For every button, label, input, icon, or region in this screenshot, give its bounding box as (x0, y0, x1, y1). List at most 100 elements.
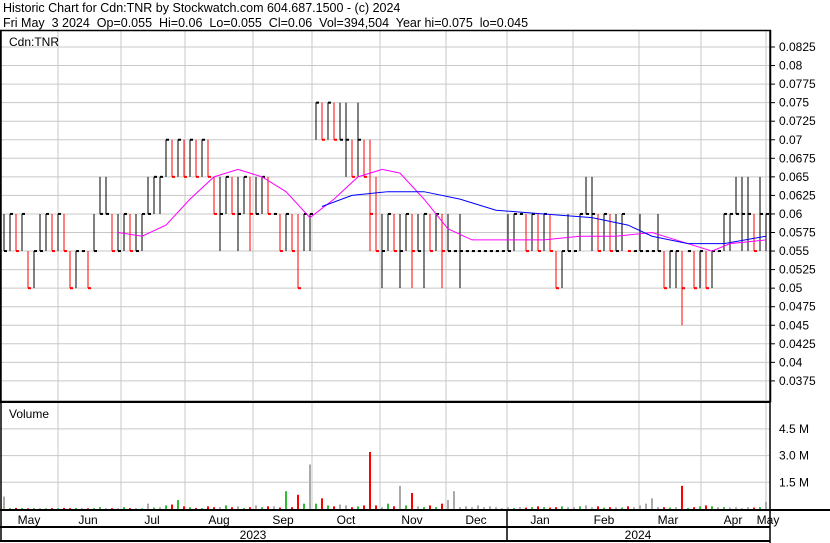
volume-bar (759, 507, 761, 509)
volume-bar (561, 506, 563, 509)
volume-bar (135, 508, 137, 509)
symbol-label: Cdn:TNR (9, 35, 59, 49)
volume-bar (525, 507, 527, 509)
volume-bar (189, 507, 191, 509)
volume-bar (453, 491, 455, 509)
month-label: Jun (78, 513, 97, 527)
volume-bar (351, 507, 353, 509)
volume-bar (165, 505, 167, 509)
price-tick-label: 0.045 (779, 318, 809, 332)
volume-bar (399, 485, 401, 509)
volume-bar (423, 507, 425, 509)
volume-bar (123, 507, 125, 509)
volume-bar (63, 507, 65, 509)
price-tick-label: 0.0725 (779, 114, 816, 128)
volume-bar (531, 507, 533, 509)
volume-bar (105, 508, 107, 509)
volume-bar (297, 494, 299, 509)
volume-bar (303, 503, 305, 509)
volume-bar (51, 508, 53, 509)
month-label: Nov (401, 513, 422, 527)
volume-bar (681, 485, 683, 509)
volume-bar (33, 508, 35, 509)
volume-bar (675, 507, 677, 509)
price-tick-label: 0.05 (779, 281, 803, 295)
price-volume-chart: 0.0825 0.08 0.0775 0.075 0.0725 0.07 0.0675 0.0… (0, 29, 830, 543)
volume-tick-label: 3.0 M (779, 449, 809, 463)
volume-bar (219, 507, 221, 509)
volume-bar (363, 505, 365, 509)
volume-bar (537, 506, 539, 509)
volume-bar (15, 507, 17, 509)
volume-bar (321, 498, 323, 509)
volume-bar (429, 505, 431, 509)
volume-bar (555, 507, 557, 509)
month-label: Jul (144, 513, 159, 527)
volume-bar (201, 508, 203, 509)
volume-bar (639, 505, 641, 509)
volume-bar (279, 507, 281, 509)
volume-tick-label: 1.5 M (779, 475, 809, 489)
volume-bar (237, 506, 239, 509)
volume-bar (225, 505, 227, 509)
volume-bar (93, 508, 95, 509)
month-label: May (18, 513, 41, 527)
volume-bar (267, 506, 269, 509)
price-tick-label: 0.0425 (779, 337, 816, 351)
volume-bar (177, 500, 179, 509)
volume-bar (627, 506, 629, 509)
volume-bar (471, 507, 473, 509)
volume-bar (153, 507, 155, 509)
volume-bar (117, 508, 119, 509)
volume-bar (435, 507, 437, 509)
volume-bar (711, 506, 713, 509)
volume-bar (633, 507, 635, 509)
volume-bar (345, 505, 347, 509)
volume-bar (393, 506, 395, 509)
volume-bar (669, 507, 671, 509)
volume-bar (309, 464, 311, 509)
volume-bar (459, 507, 461, 509)
price-tick-label: 0.065 (779, 170, 809, 184)
volume-bar (99, 507, 101, 509)
volume-bar (111, 508, 113, 509)
volume-bar (381, 507, 383, 509)
volume-bar (75, 507, 77, 509)
price-tick-label: 0.0575 (779, 226, 816, 240)
volume-bar (207, 506, 209, 509)
volume-bar (543, 507, 545, 509)
price-tick-label: 0.06 (779, 207, 803, 221)
price-tick-label: 0.0475 (779, 300, 816, 314)
volume-bar (645, 503, 647, 509)
volume-bar (717, 507, 719, 509)
volume-bar (597, 506, 599, 509)
volume-bar (693, 507, 695, 509)
price-tick-label: 0.0525 (779, 263, 816, 277)
price-tick-label: 0.0625 (779, 188, 816, 202)
volume-bar (651, 498, 653, 509)
month-label: Jan (530, 513, 549, 527)
volume-bar (729, 507, 731, 509)
volume-bar (69, 508, 71, 509)
volume-bar (291, 507, 293, 509)
volume-bar (243, 508, 245, 509)
month-label: Feb (594, 513, 615, 527)
month-label: Oct (337, 513, 356, 527)
volume-bar (573, 507, 575, 509)
volume-bar (489, 506, 491, 509)
volume-bar (615, 507, 617, 509)
price-tick-label: 0.08 (779, 59, 803, 73)
volume-tick-label: 4.5 M (779, 422, 809, 436)
volume-bar (753, 507, 755, 509)
year-label: 2023 (240, 528, 267, 542)
volume-bar (699, 506, 701, 509)
volume-bar (507, 507, 509, 509)
volume-bar (171, 504, 173, 509)
volume-bar (405, 505, 407, 509)
volume-bar (585, 505, 587, 509)
volume-bar (765, 501, 767, 509)
volume-bar (549, 507, 551, 509)
volume-bar (3, 496, 5, 509)
volume-bar (567, 507, 569, 509)
month-label: Apr (724, 513, 743, 527)
